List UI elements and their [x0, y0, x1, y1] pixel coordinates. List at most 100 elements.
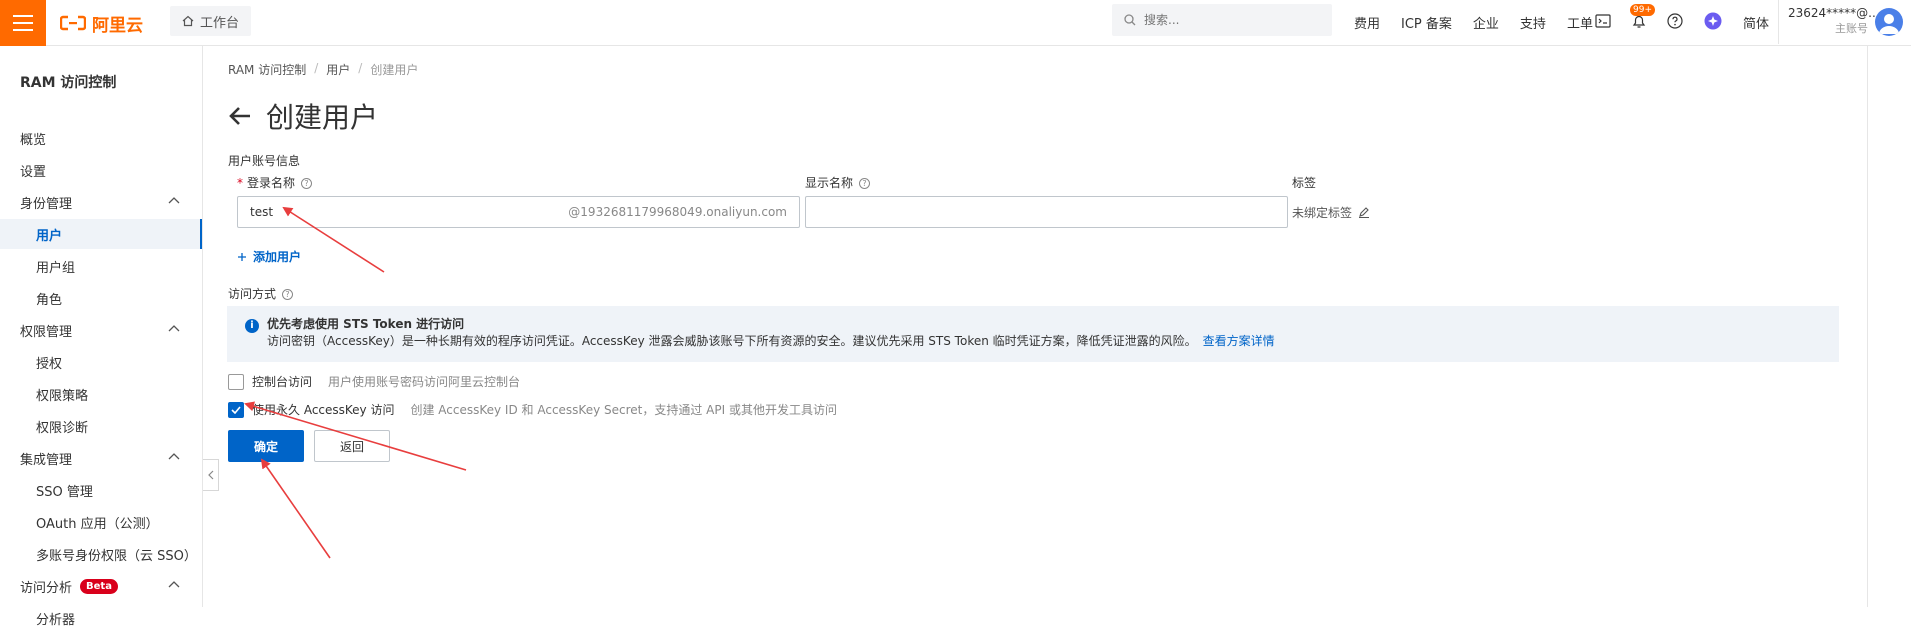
sidebar-item-label: 概览 — [20, 132, 47, 148]
top-navigation-bar: 阿里云 工作台 费用 ICP 备案 企业 支持 工单 99+ 简体 23624*… — [0, 0, 1911, 46]
breadcrumb-separator: / — [314, 61, 319, 75]
accesskey-access-checkbox[interactable] — [228, 401, 244, 418]
console-access-desc: 用户使用账号密码访问阿里云控制台 — [328, 375, 521, 389]
breadcrumb-ram[interactable]: RAM 访问控制 — [228, 61, 306, 78]
sidebar-item-label: 权限诊断 — [36, 420, 89, 436]
sidebar: RAM 访问控制 概览设置身份管理用户用户组角色权限管理授权权限策略权限诊断集成… — [0, 46, 203, 628]
sidebar-item[interactable]: 集成管理 — [0, 443, 202, 473]
sidebar-item[interactable]: 权限诊断 — [0, 411, 202, 441]
login-name-domain-suffix: @1932681179968049.onaliyun.com — [568, 205, 787, 219]
alert-title: 优先考虑使用 STS Token 进行访问 — [267, 317, 465, 331]
home-icon — [182, 15, 194, 27]
sidebar-item[interactable]: 授权 — [0, 347, 202, 377]
sidebar-item-label: 授权 — [36, 356, 63, 372]
login-name-label: * 登录名称? — [237, 174, 313, 191]
aliyun-logo-icon — [60, 15, 86, 31]
alert-body-text: 访问密钥（AccessKey）是一种长期有效的程序访问凭证。AccessKey … — [267, 334, 1197, 348]
top-nav-links: 费用 ICP 备案 企业 支持 工单 — [1354, 0, 1614, 44]
confirm-button[interactable]: 确定 — [228, 430, 304, 462]
sidebar-item[interactable]: 设置 — [0, 155, 202, 185]
alert-link[interactable]: 查看方案详情 — [1203, 334, 1275, 348]
chevron-up-icon[interactable] — [168, 324, 180, 332]
sidebar-item-label: 用户组 — [36, 260, 76, 276]
nav-fees[interactable]: 费用 — [1354, 13, 1380, 32]
sidebar-item[interactable]: 多账号身份权限（云 SSO） — [0, 539, 202, 569]
sidebar-item[interactable]: 访问分析 Beta — [0, 571, 202, 601]
login-name-label-text: 登录名称 — [247, 176, 296, 190]
chevron-up-icon[interactable] — [168, 452, 180, 460]
sidebar-item-label: 多账号身份权限（云 SSO） — [36, 548, 197, 564]
sidebar-item-label: 权限策略 — [36, 388, 89, 404]
display-name-field[interactable] — [805, 196, 1288, 228]
aliyun-logo[interactable]: 阿里云 — [60, 11, 143, 36]
sidebar-item-label: 集成管理 — [20, 452, 73, 468]
chevron-up-icon[interactable] — [168, 580, 180, 588]
sidebar-item-label: OAuth 应用（公测） — [36, 516, 159, 532]
help-icon[interactable]: ? — [859, 178, 871, 189]
display-name-label-text: 显示名称 — [805, 176, 854, 190]
nav-support[interactable]: 支持 — [1520, 13, 1546, 32]
sidebar-item-label: 分析器 — [36, 612, 76, 628]
language-switch[interactable]: 简体 — [1743, 13, 1769, 32]
login-name-field[interactable]: test @1932681179968049.onaliyun.com — [237, 196, 800, 228]
help-icon[interactable]: ? — [301, 178, 313, 189]
sidebar-item[interactable]: 权限管理 — [0, 315, 202, 345]
menu-icon[interactable] — [0, 0, 46, 46]
console-access-checkbox[interactable] — [228, 373, 244, 390]
add-user-button[interactable]: 添加用户 — [237, 248, 301, 265]
page-title: 创建用户 — [266, 101, 379, 134]
global-search[interactable] — [1112, 4, 1332, 36]
nav-icp[interactable]: ICP 备案 — [1401, 13, 1452, 32]
sidebar-item-label: 访问分析 — [20, 580, 73, 596]
sidebar-title: RAM 访问控制 — [20, 75, 117, 91]
nav-ticket[interactable]: 工单 — [1567, 13, 1593, 32]
sidebar-item-label: 权限管理 — [20, 324, 73, 340]
search-input[interactable] — [1144, 13, 1304, 27]
console-access-option[interactable]: 控制台访问 用户使用账号密码访问阿里云控制台 — [228, 373, 520, 390]
sidebar-item[interactable]: 用户组 — [0, 251, 202, 281]
sidebar-item[interactable]: 分析器 — [0, 603, 202, 633]
sidebar-item[interactable]: 角色 — [0, 283, 202, 313]
beta-badge: Beta — [80, 578, 118, 594]
help-icon[interactable]: ? — [282, 289, 294, 300]
sidebar-item[interactable]: 权限策略 — [0, 379, 202, 409]
chevron-up-icon[interactable] — [168, 196, 180, 204]
sidebar-item[interactable]: 概览 — [0, 123, 202, 153]
login-name-value: test — [250, 205, 274, 219]
sidebar-item-label: SSO 管理 — [36, 484, 93, 500]
tag-editor[interactable]: 未绑定标签 — [1292, 196, 1370, 228]
sidebar-item[interactable]: SSO 管理 — [0, 475, 202, 505]
account-name: 23624*****@... — [1788, 6, 1880, 20]
accesskey-access-option[interactable]: 使用永久 AccessKey 访问 创建 AccessKey ID 和 Acce… — [228, 401, 837, 418]
workbench-button[interactable]: 工作台 — [170, 6, 252, 36]
tag-label: 标签 — [1292, 176, 1317, 190]
sidebar-item[interactable]: 身份管理 — [0, 187, 202, 217]
avatar[interactable] — [1875, 8, 1903, 36]
access-mode-label-text: 访问方式 — [228, 287, 277, 301]
accesskey-access-desc: 创建 AccessKey ID 和 AccessKey Secret，支持通过 … — [410, 403, 837, 417]
sidebar-item[interactable]: 用户 — [0, 219, 202, 249]
required-mark: * — [237, 176, 243, 190]
search-icon — [1124, 14, 1136, 26]
sidebar-item-label: 角色 — [36, 292, 63, 308]
main-content: RAM 访问控制 / 用户 / 创建用户 创建用户 用户账号信息 * 登录名称? … — [203, 46, 1867, 607]
account-type: 主账号 — [1835, 22, 1868, 35]
edit-icon[interactable] — [1358, 206, 1370, 218]
sidebar-item-label: 用户 — [36, 228, 63, 244]
back-arrow-icon[interactable] — [228, 106, 252, 126]
back-button[interactable]: 返回 — [314, 430, 390, 462]
logo-text: 阿里云 — [92, 15, 143, 36]
account-info[interactable]: 23624*****@... 主账号 — [1788, 5, 1880, 37]
nav-enterprise[interactable]: 企业 — [1473, 13, 1499, 32]
sidebar-item-label: 设置 — [20, 164, 47, 180]
display-name-label: 显示名称? — [805, 174, 871, 191]
breadcrumb-users[interactable]: 用户 — [326, 61, 350, 78]
notification-badge: 99+ — [1630, 4, 1655, 16]
console-access-label: 控制台访问 — [252, 375, 313, 389]
ai-assistant-icon[interactable] — [1704, 12, 1722, 30]
sts-token-alert: i 优先考虑使用 STS Token 进行访问 访问密钥（AccessKey）是… — [227, 306, 1839, 362]
sidebar-item[interactable]: OAuth 应用（公测） — [0, 507, 202, 537]
help-icon[interactable] — [1666, 12, 1684, 30]
terminal-icon[interactable] — [1594, 12, 1612, 30]
alert-body: 访问密钥（AccessKey）是一种长期有效的程序访问凭证。AccessKey … — [267, 333, 1823, 350]
